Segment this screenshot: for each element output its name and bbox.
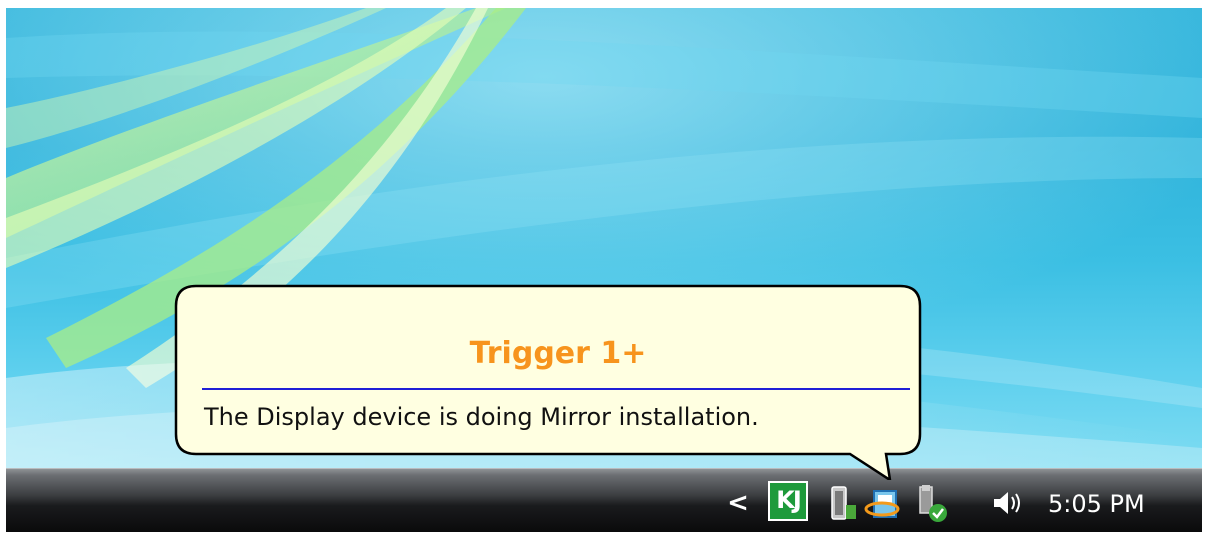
balloon-title: Trigger 1+: [469, 336, 647, 371]
balloon-message: The Display device is doing Mirror insta…: [204, 403, 759, 431]
taskbar-clock[interactable]: 5:05 PM: [1048, 489, 1145, 519]
usb-safe-remove-icon[interactable]: [910, 483, 950, 523]
kj-icon[interactable]: KJ: [768, 481, 808, 521]
screenshot-frame: < KJ 5:05 PM Trigger 1+ The Display devi…: [6, 8, 1202, 532]
speaker-volume-icon[interactable]: [990, 483, 1030, 523]
balloon-background: [174, 284, 922, 480]
trigger-display-icon[interactable]: [864, 483, 904, 523]
balloon-divider: [202, 388, 910, 390]
notification-balloon[interactable]: Trigger 1+ The Display device is doing M…: [174, 284, 922, 480]
show-hidden-icons-button[interactable]: <: [726, 487, 750, 519]
battery-icon[interactable]: [822, 483, 862, 523]
